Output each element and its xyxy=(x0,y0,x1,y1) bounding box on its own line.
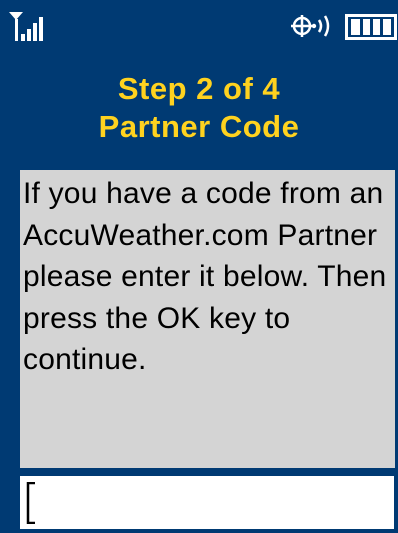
step-header: Step 2 of 4 Partner Code xyxy=(0,50,398,168)
phone-screen: Step 2 of 4 Partner Code If you have a c… xyxy=(0,0,398,533)
partner-code-field[interactable] xyxy=(20,476,394,529)
instructions-text: If you have a code from an AccuWeather.c… xyxy=(23,177,387,376)
battery-icon xyxy=(345,14,397,40)
page-title: Partner Code xyxy=(98,109,300,144)
step-indicator: Step 2 of 4 xyxy=(117,71,281,106)
partner-code-input[interactable] xyxy=(20,476,394,529)
gps-location-icon xyxy=(291,15,330,37)
signal-strength-icon xyxy=(9,12,43,41)
instructions-panel: If you have a code from an AccuWeather.c… xyxy=(20,170,395,468)
status-bar xyxy=(0,0,398,50)
